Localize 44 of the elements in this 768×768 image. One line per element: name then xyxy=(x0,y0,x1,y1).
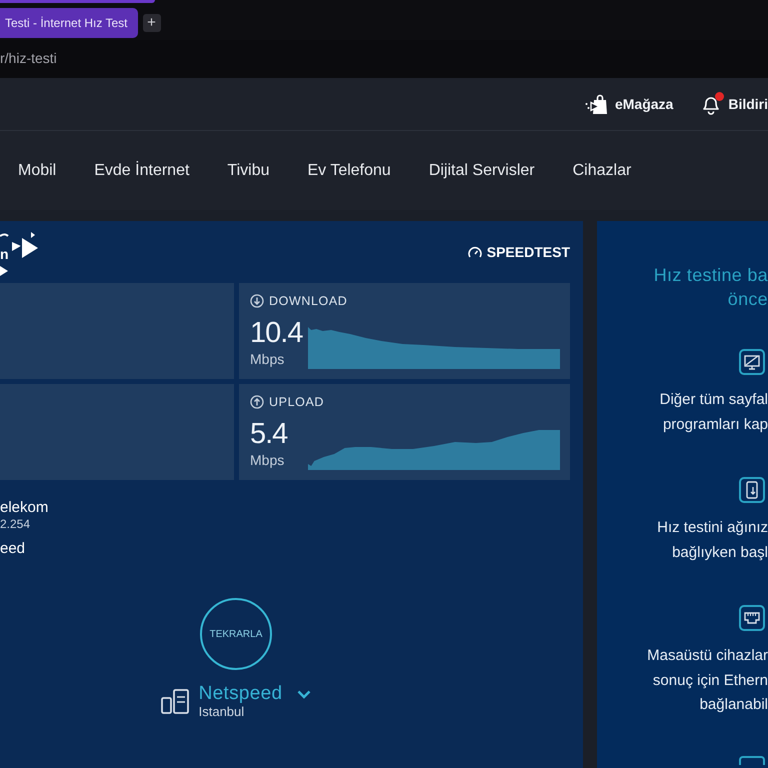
tip-text: Hız testini ağınız xyxy=(657,518,768,538)
header-link[interactable]: Bildiri xyxy=(728,96,768,112)
tips-heading: önce xyxy=(728,288,768,311)
gauge-icon xyxy=(468,246,482,258)
speedtest-logo: n xyxy=(0,232,40,276)
speed-unit: Mbps xyxy=(250,451,286,470)
monitor-icon xyxy=(739,349,765,375)
tip-text: Diğer tüm sayfal xyxy=(660,390,768,410)
nav-link[interactable]: Cihazlar xyxy=(572,162,632,180)
ethernet-port-icon xyxy=(739,605,765,631)
server-icon xyxy=(160,688,189,714)
chevron-down-icon[interactable] xyxy=(297,690,312,698)
speed-value: 10.4 xyxy=(250,317,304,349)
retry-button[interactable]: TEKRARLA xyxy=(200,598,272,670)
server-name: Netspeed xyxy=(198,683,282,704)
address-field[interactable]: r/hiz-testi xyxy=(0,40,768,78)
browser-tab[interactable]: Testi - İnternet Hız Test xyxy=(0,8,138,38)
speed-unit: Mbps xyxy=(250,350,286,369)
tip-text: programları kap xyxy=(662,414,768,434)
tip-text: sonuç için Ethern xyxy=(652,670,768,690)
shopping-bag-icon[interactable] xyxy=(584,93,609,115)
tip-text: bağlıyken başl xyxy=(672,542,768,562)
new-tab-button[interactable]: + xyxy=(142,14,160,32)
result-label: DOWNLOAD xyxy=(269,294,348,308)
phone-download-icon xyxy=(739,477,765,503)
download-icon xyxy=(250,294,264,308)
speedtest-title: SPEEDTEST xyxy=(486,244,570,260)
isp-name: elekom xyxy=(0,499,48,517)
nav-link[interactable]: Tivibu xyxy=(227,162,270,180)
speed-value: 5.4 xyxy=(250,418,288,450)
nav-link[interactable]: Ev Telefonu xyxy=(308,162,391,180)
nav-link[interactable]: Evde İnternet xyxy=(94,162,190,180)
nav-link[interactable]: Dijital Servisler xyxy=(428,162,535,180)
header-link[interactable]: eMağaza xyxy=(614,96,674,112)
result-label: UPLOAD xyxy=(269,394,324,408)
tip-text: Masaüstü cihazlar xyxy=(647,646,768,666)
tip-text: bağlanabil xyxy=(700,695,768,715)
tile-icon xyxy=(739,756,765,764)
nav-link[interactable]: Mobil xyxy=(18,162,56,180)
upload-icon xyxy=(250,394,264,408)
server-location: Istanbul xyxy=(198,704,246,719)
ip-address: 2.254 xyxy=(0,517,30,531)
host-name: eed xyxy=(0,540,26,558)
tips-heading: Hız testine ba xyxy=(654,264,768,287)
